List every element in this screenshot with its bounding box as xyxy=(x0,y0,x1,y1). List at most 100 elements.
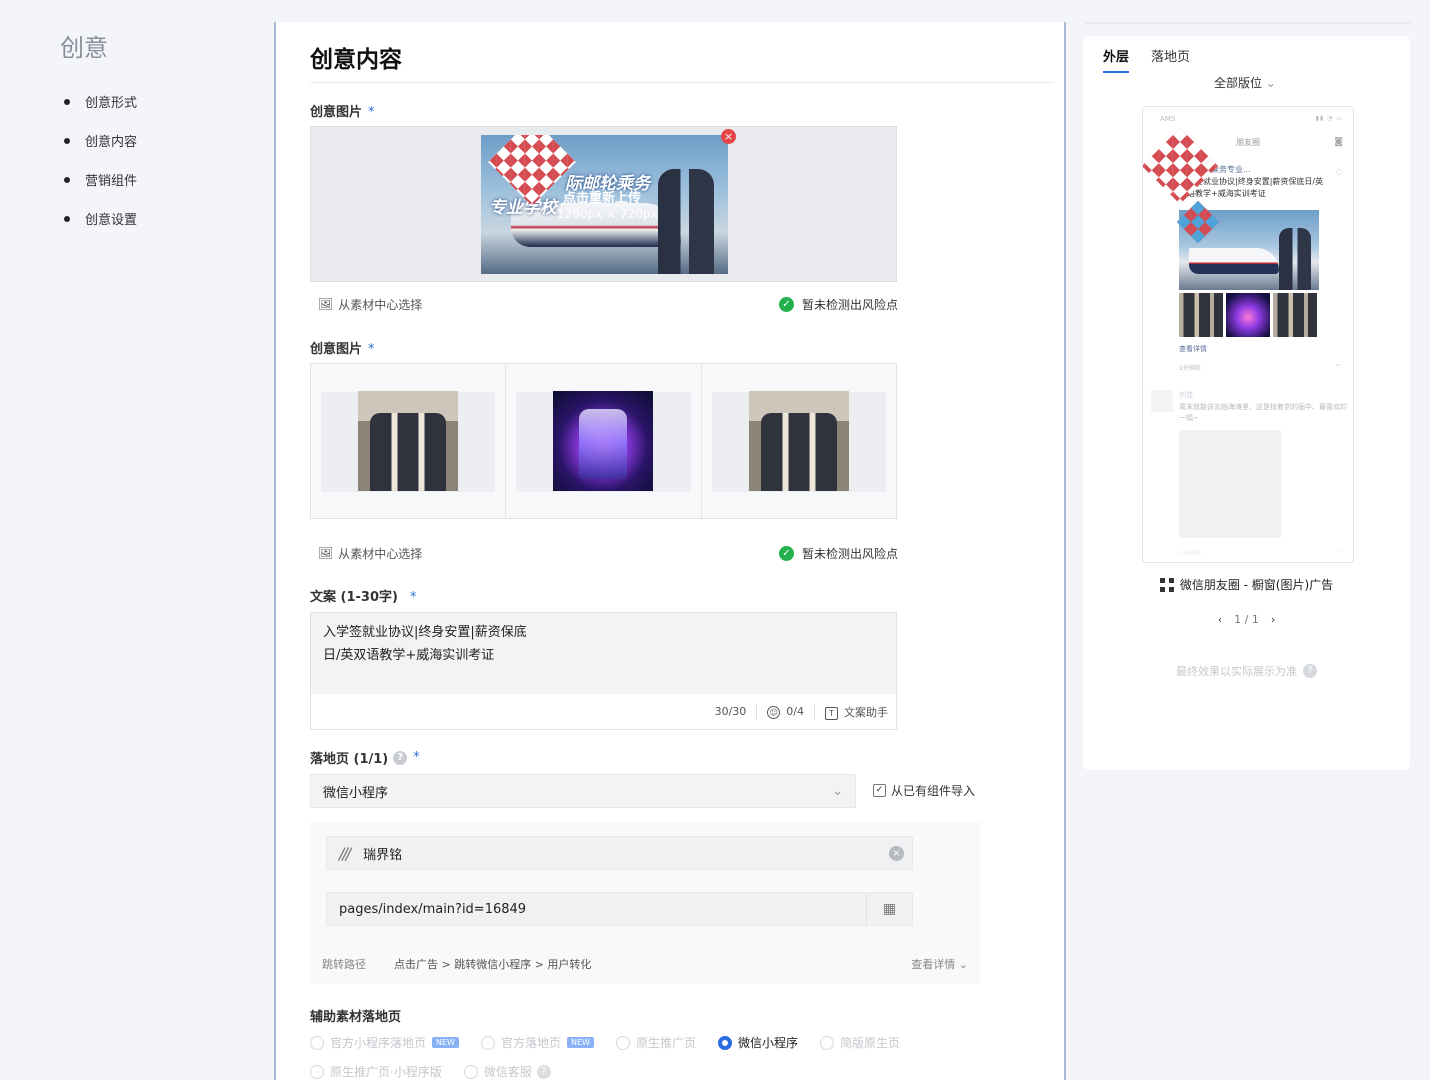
aux-options-row-2: 原生推广页·小程序版 微信客服? xyxy=(310,1063,563,1080)
landing-type-select[interactable]: 微信小程序 ⌄ xyxy=(310,774,856,808)
risk-status: ✓ 暂未检测出风险点 xyxy=(778,545,898,562)
radio-official-landing[interactable]: 官方落地页 NEW xyxy=(480,1034,594,1051)
main-panel: 创意内容 创意图片 * 际邮轮乘务 专业学校 点击重新上传 1280px × 72… xyxy=(274,22,1066,1080)
check-circle-icon: ✓ xyxy=(778,296,794,312)
image-section-2-label: 创意图片 * xyxy=(310,342,375,357)
nav-list: 创意形式 创意内容 营销组件 创意设置 xyxy=(64,82,137,238)
page-path-field[interactable]: pages/index/main?id=16849 ▦ xyxy=(326,892,913,926)
phone-preview: AMS ▮▮ ◔ ▭ 朋友圈 ◙ 国际邮轮乘务专业... 入学签就业协议|终身安… xyxy=(1142,106,1354,563)
reupload-text[interactable]: 点击重新上传 xyxy=(563,187,641,206)
avatar xyxy=(1151,390,1173,412)
image-cell[interactable] xyxy=(702,364,896,518)
copy-assistant-button[interactable]: T 文案助手 xyxy=(825,704,888,720)
image-cell[interactable] xyxy=(311,364,507,518)
copy-label: 文案 (1-30字) * xyxy=(310,590,417,605)
friend-photo xyxy=(1179,430,1281,538)
left-nav: 创意 创意形式 创意内容 营销组件 创意设置 xyxy=(0,0,270,1080)
aux-label: 辅助素材落地页 xyxy=(310,1010,402,1025)
copy-text[interactable]: 入学签就业协议|终身安置|薪资保底 日/英双语教学+威海实训考证 xyxy=(323,621,527,667)
staff-graphic xyxy=(658,169,714,274)
tab-outer[interactable]: 外层 xyxy=(1103,46,1130,73)
camera-icon: ◙ xyxy=(1334,137,1343,147)
radio-icon xyxy=(819,1035,834,1050)
import-from-component-button[interactable]: ✓ 从已有组件导入 xyxy=(873,782,975,799)
aux-options-row-1: 官方小程序落地页 NEW 官方落地页 NEW 原生推广页 微信小程序 简版原生页 xyxy=(310,1034,912,1051)
preview-note: 最终效果以实际展示为准? xyxy=(1083,663,1410,679)
radio-icon xyxy=(310,1035,324,1050)
radio-icon xyxy=(480,1035,495,1050)
landing-label: 落地页 (1/1)? * xyxy=(310,750,420,767)
chevron-down-icon: ⌄ xyxy=(1265,76,1276,90)
ad-thumbnails xyxy=(1179,293,1317,337)
clear-icon[interactable]: × xyxy=(889,845,904,861)
check-circle-icon: ✓ xyxy=(778,545,794,561)
cruise-ship-photo xyxy=(553,391,654,491)
emoji-icon: ☺ xyxy=(767,705,781,719)
size-text: 1280px × 720px xyxy=(557,207,658,221)
more-icon: ·· xyxy=(1335,361,1341,370)
image-section-2-footer: 🖼 从素材中心选择 ✓ 暂未检测出风险点 xyxy=(318,544,898,562)
radio-icon xyxy=(463,1064,478,1079)
image-grid xyxy=(310,363,897,519)
qr-code-icon xyxy=(1159,577,1174,592)
radio-simple-native[interactable]: 简版原生页 xyxy=(819,1034,900,1051)
nav-title: 创意 xyxy=(60,34,108,62)
radio-native-promo[interactable]: 原生推广页 xyxy=(615,1034,696,1051)
help-icon[interactable]: ? xyxy=(536,1064,551,1079)
view-details-button[interactable]: 查看详情 ⌄ xyxy=(911,956,968,972)
friend-post: 刘佳 周末就能该去趟海滩里，这是找着到的画中、最喜欢的一幅~ 1分钟前 ·· xyxy=(1143,382,1353,562)
help-icon[interactable]: ? xyxy=(393,750,408,765)
choose-from-library-button[interactable]: 🖼 从素材中心选择 xyxy=(318,545,422,562)
nav-item-creative-settings[interactable]: 创意设置 xyxy=(64,199,137,238)
bullet-icon xyxy=(64,215,70,222)
image-section-1-label: 创意图片 * xyxy=(310,105,375,120)
bullet-icon xyxy=(64,98,70,105)
tab-landing[interactable]: 落地页 xyxy=(1151,46,1190,65)
banner-image[interactable]: 际邮轮乘务 专业学校 点击重新上传 1280px × 720px xyxy=(481,135,728,274)
position-select[interactable]: 全部版位 ⌄ xyxy=(1214,74,1276,91)
radio-native-promo-mini[interactable]: 原生推广页·小程序版 xyxy=(310,1063,442,1080)
ad-type-label: 微信朋友圈 - 橱窗(图片)广告 xyxy=(1083,576,1410,593)
emoji-button[interactable]: ☺ 0/4 xyxy=(767,705,804,719)
jump-path: 跳转路径 点击广告 > 跳转微信小程序 > 用户转化 查看详情 ⌄ xyxy=(322,956,968,972)
staff-photo xyxy=(748,391,849,491)
ad-detail-link: 查看详情 xyxy=(1179,345,1207,353)
banner-upload-box[interactable]: 际邮轮乘务 专业学校 点击重新上传 1280px × 720px × xyxy=(310,126,897,282)
preview-top-line xyxy=(1085,22,1410,24)
close-icon[interactable]: × xyxy=(721,129,736,144)
prev-icon[interactable]: ‹ xyxy=(1218,613,1222,626)
preview-panel: 外层 落地页 全部版位 ⌄ AMS ▮▮ ◔ ▭ 朋友圈 ◙ 国际邮轮乘务专业.… xyxy=(1083,36,1410,770)
status-icons: ▮▮ ◔ ▭ xyxy=(1315,115,1343,122)
image-cell[interactable] xyxy=(506,364,702,518)
radio-icon xyxy=(310,1064,324,1079)
app-logo-icon: /// xyxy=(339,843,351,863)
next-icon[interactable]: › xyxy=(1271,613,1275,626)
help-icon[interactable]: ? xyxy=(1303,664,1317,678)
page-title: 创意内容 xyxy=(310,47,402,73)
preview-tabs: 外层 落地页 xyxy=(1103,46,1190,73)
ad-flag-icon: ◌ xyxy=(1336,167,1343,176)
nav-item-marketing-components[interactable]: 营销组件 xyxy=(64,160,137,199)
radio-icon xyxy=(615,1035,630,1050)
char-count: 30/30 xyxy=(714,705,747,718)
image-library-icon: 🖼 xyxy=(318,297,334,311)
status-bar-text: AMS xyxy=(1160,115,1176,123)
divider xyxy=(310,82,1054,83)
choose-from-library-button[interactable]: 🖼 从素材中心选择 xyxy=(318,296,422,313)
mini-program-panel: /// 瑞界铭 × pages/index/main?id=16849 ▦ 跳转… xyxy=(310,822,980,984)
radio-official-mini-landing[interactable]: 官方小程序落地页 NEW xyxy=(310,1034,459,1051)
radio-wechat-mini-program[interactable]: 微信小程序 xyxy=(717,1034,798,1051)
copy-textarea[interactable]: 入学签就业协议|终身安置|薪资保底 日/英双语教学+威海实训考证 30/30 ☺… xyxy=(310,612,897,730)
chevron-down-icon: ⌄ xyxy=(832,783,843,799)
ad-time: 1分钟前 xyxy=(1179,365,1201,372)
mini-program-name-field[interactable]: /// 瑞界铭 × xyxy=(326,836,913,870)
image-section-1-footer: 🖼 从素材中心选择 ✓ 暂未检测出风险点 xyxy=(318,295,898,313)
bullet-icon xyxy=(64,137,70,144)
nav-item-creative-content[interactable]: 创意内容 xyxy=(64,121,137,160)
text-icon: T xyxy=(825,706,838,720)
staff-photo xyxy=(358,391,459,491)
nav-item-creative-form[interactable]: 创意形式 xyxy=(64,82,137,121)
qr-code-icon[interactable]: ▦ xyxy=(866,893,912,925)
copy-toolbar: 30/30 ☺ 0/4 T 文案助手 xyxy=(311,693,896,729)
radio-wechat-service[interactable]: 微信客服? xyxy=(463,1063,551,1080)
